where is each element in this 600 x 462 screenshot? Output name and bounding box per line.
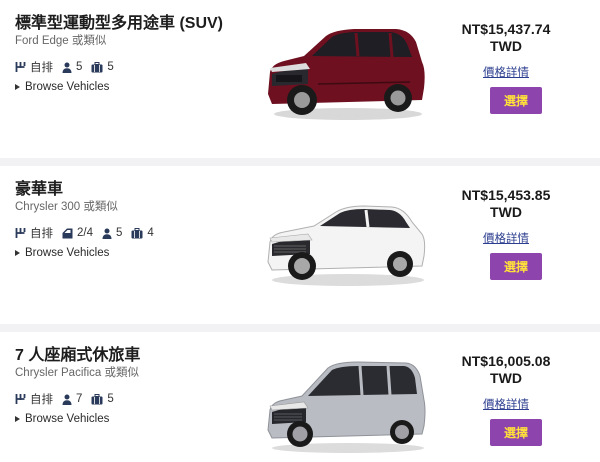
price-block: NT$15,437.74 TWD — [446, 21, 566, 55]
price-amount: NT$15,453.85 — [461, 187, 551, 203]
price-amount: NT$15,437.74 — [461, 21, 551, 37]
caret-right-icon — [15, 416, 20, 422]
vehicle-class-title: 標準型運動型多用途車 (SUV) — [15, 15, 224, 32]
price-block: NT$15,453.85 TWD — [446, 187, 566, 221]
luggage-spec: 5 — [91, 61, 114, 73]
passengers-spec: 5 — [102, 227, 122, 239]
passengers-count: 5 — [116, 227, 123, 239]
price-currency: TWD — [490, 38, 522, 54]
transmission-label: 自排 — [30, 228, 53, 240]
luggage-count: 5 — [107, 61, 114, 73]
person-icon — [62, 394, 72, 405]
browse-vehicles-label: Browse Vehicles — [25, 81, 110, 93]
vehicle-card: 7 人座廂式休旅車 Chrysler Pacifica 或類似 自排 7 5 B… — [0, 332, 600, 462]
price-currency: TWD — [490, 204, 522, 220]
transmission-icon — [15, 62, 26, 72]
passengers-spec: 5 — [62, 61, 82, 73]
passengers-spec: 7 — [62, 393, 82, 405]
person-icon — [102, 228, 112, 239]
vehicle-specs: 自排 2/4 5 4 — [15, 225, 163, 241]
vehicle-model-similar: Ford Edge 或類似 — [15, 35, 107, 47]
price-details-link[interactable]: 價格詳情 — [471, 230, 541, 246]
transmission-icon — [15, 228, 26, 238]
price-details-link[interactable]: 價格詳情 — [471, 396, 541, 412]
sedan-car-image — [267, 205, 426, 286]
car-door-icon — [62, 228, 73, 238]
transmission-label: 自排 — [30, 62, 53, 74]
luggage-icon — [91, 61, 103, 72]
passengers-count: 7 — [76, 393, 83, 405]
price-currency: TWD — [490, 370, 522, 386]
transmission-spec: 自排 — [15, 59, 53, 75]
luggage-icon — [91, 393, 103, 404]
vehicle-class-title: 7 人座廂式休旅車 — [15, 347, 141, 364]
select-button[interactable]: 選擇 — [490, 253, 542, 280]
vehicle-model-similar: Chrysler Pacifica 或類似 — [15, 367, 139, 379]
vehicle-list: 標準型運動型多用途車 (SUV) Ford Edge 或類似 自排 5 5 Br… — [0, 0, 600, 462]
luggage-icon — [131, 227, 143, 238]
vehicle-class-title: 豪華車 — [15, 181, 64, 198]
luggage-spec: 4 — [131, 227, 154, 239]
browse-vehicles-label: Browse Vehicles — [25, 413, 110, 425]
doors-spec: 2/4 — [62, 227, 93, 239]
transmission-label: 自排 — [30, 394, 53, 406]
price-block: NT$16,005.08 TWD — [446, 353, 566, 387]
luggage-spec: 5 — [91, 393, 114, 405]
browse-vehicles-link[interactable]: Browse Vehicles — [15, 413, 109, 425]
transmission-icon — [15, 394, 26, 404]
price-details-link[interactable]: 價格詳情 — [471, 64, 541, 80]
vehicle-card: 標準型運動型多用途車 (SUV) Ford Edge 或類似 自排 5 5 Br… — [0, 0, 600, 158]
passengers-count: 5 — [76, 61, 83, 73]
transmission-spec: 自排 — [15, 225, 53, 241]
minivan-car-image — [267, 361, 426, 453]
caret-right-icon — [15, 250, 20, 256]
select-button[interactable]: 選擇 — [490, 419, 542, 446]
transmission-spec: 自排 — [15, 391, 53, 407]
price-amount: NT$16,005.08 — [461, 353, 551, 369]
suv-car-image — [268, 29, 425, 120]
select-button[interactable]: 選擇 — [490, 87, 542, 114]
doors-count: 2/4 — [77, 227, 93, 239]
vehicle-card: 豪華車 Chrysler 300 或類似 自排 2/4 5 4 Browse V… — [0, 166, 600, 324]
vehicle-specs: 自排 7 5 — [15, 391, 123, 407]
person-icon — [62, 62, 72, 73]
luggage-count: 4 — [147, 227, 154, 239]
vehicle-specs: 自排 5 5 — [15, 59, 123, 75]
luggage-count: 5 — [107, 393, 114, 405]
browse-vehicles-link[interactable]: Browse Vehicles — [15, 81, 109, 93]
browse-vehicles-label: Browse Vehicles — [25, 247, 110, 259]
browse-vehicles-link[interactable]: Browse Vehicles — [15, 247, 109, 259]
caret-right-icon — [15, 84, 20, 90]
vehicle-model-similar: Chrysler 300 或類似 — [15, 201, 118, 213]
